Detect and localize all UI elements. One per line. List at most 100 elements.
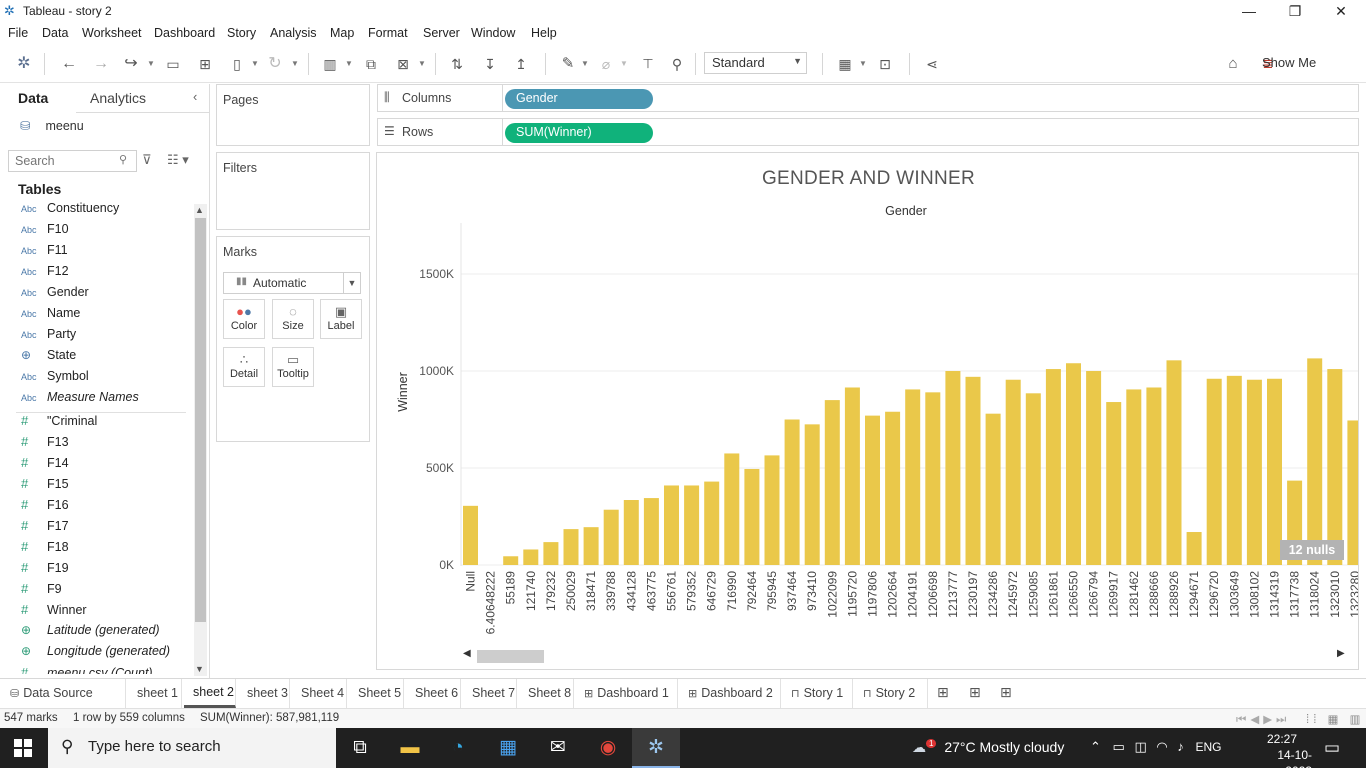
columns-shelf[interactable]: ⫼ Columns Gender	[377, 84, 1359, 112]
bar[interactable]	[925, 392, 941, 565]
new-worksheet-tab-icon[interactable]: ⊞	[937, 684, 949, 701]
highlight-dropdown-icon[interactable]: ▼	[580, 53, 590, 75]
bar[interactable]	[1045, 369, 1061, 565]
sheet-tab[interactable]: sheet 3	[238, 679, 290, 708]
chrome-icon[interactable]: ◉	[584, 728, 632, 768]
undo-icon[interactable]: ←	[58, 53, 80, 75]
sheet-tab[interactable]: Sheet 7	[463, 679, 517, 708]
bar[interactable]	[1146, 387, 1162, 565]
scroll-left-icon[interactable]: ◀	[463, 648, 471, 659]
field-item[interactable]: # Winner	[16, 602, 87, 622]
replay-dropdown-icon[interactable]: ▼	[146, 53, 156, 75]
filter-icon[interactable]: ⊽	[142, 152, 152, 168]
bar[interactable]	[563, 529, 579, 565]
filters-card[interactable]: Filters	[216, 152, 370, 230]
field-item[interactable]: # F9	[16, 581, 62, 601]
field-item[interactable]: ⊕ Latitude (generated)	[16, 623, 160, 643]
bar[interactable]	[1066, 363, 1081, 565]
field-item[interactable]: # "Criminal	[16, 413, 97, 433]
meet-icon[interactable]: ◫	[1134, 739, 1146, 754]
field-item[interactable]: ⊕ Longitude (generated)	[16, 644, 170, 664]
bar[interactable]	[905, 389, 921, 565]
bar[interactable]	[1267, 378, 1282, 565]
rows-shelf[interactable]: ☰ Rows SUM(Winner)	[377, 118, 1359, 146]
new-data-source-icon[interactable]: ⊞	[194, 53, 216, 75]
menu-analysis[interactable]: Analysis	[270, 26, 317, 40]
sheet-tab[interactable]: Sheet 5	[349, 679, 404, 708]
field-item[interactable]: # F19	[16, 560, 69, 580]
field-item[interactable]: Abc Measure Names	[16, 390, 139, 410]
field-item[interactable]: Abc F11	[16, 243, 68, 263]
field-item[interactable]: Abc Party	[16, 327, 76, 347]
field-list-scroll-thumb[interactable]	[195, 218, 206, 622]
clear-sheet-icon[interactable]: ⊠	[392, 53, 414, 75]
bar[interactable]	[1166, 360, 1182, 565]
sheet-tab[interactable]: ⊞ Dashboard 2	[680, 679, 781, 708]
field-item[interactable]: # F17	[16, 518, 69, 538]
clear-dropdown-icon[interactable]: ▼	[417, 53, 427, 75]
menu-dashboard[interactable]: Dashboard	[154, 26, 215, 40]
edge-icon[interactable]: ◔	[434, 728, 482, 768]
system-tray[interactable]: ⌃ ▭ ◫ ◠ ♪ ENG	[1090, 739, 1221, 755]
highlight-icon[interactable]: ✎	[557, 53, 579, 75]
bar[interactable]	[503, 556, 519, 565]
new-worksheet-dropdown-icon[interactable]: ▼	[344, 53, 354, 75]
bar[interactable]	[1307, 358, 1323, 565]
bar[interactable]	[1106, 402, 1122, 565]
group-dropdown-icon[interactable]: ▼	[619, 53, 629, 75]
menu-format[interactable]: Format	[368, 26, 408, 40]
sheet-tab[interactable]: Sheet 6	[406, 679, 461, 708]
sheet-tab[interactable]: ⊓ Story 1	[783, 679, 853, 708]
bar[interactable]	[664, 485, 679, 565]
field-item[interactable]: Abc Symbol	[16, 369, 89, 389]
sort-descending-icon[interactable]: ↥	[510, 53, 532, 75]
show-me-button[interactable]: Show Me	[1262, 55, 1316, 70]
bar[interactable]	[623, 500, 639, 565]
bar[interactable]	[684, 485, 700, 565]
bar[interactable]	[724, 453, 740, 565]
pause-dropdown-icon[interactable]: ▼	[250, 53, 260, 75]
field-item[interactable]: Abc F10	[16, 222, 69, 242]
menu-story[interactable]: Story	[227, 26, 256, 40]
bar[interactable]	[965, 376, 981, 565]
field-item[interactable]: Abc F12	[16, 264, 69, 284]
sheet-tab[interactable]: ⊞ Dashboard 1	[576, 679, 678, 708]
new-worksheet-icon[interactable]: ▥	[318, 53, 342, 75]
size-button[interactable]: ◌ Size	[272, 299, 314, 339]
bar[interactable]	[1005, 379, 1021, 565]
menu-window[interactable]: Window	[471, 26, 515, 40]
label-button[interactable]: ▣ Label	[320, 299, 362, 339]
bar[interactable]	[824, 400, 840, 565]
bar[interactable]	[945, 371, 961, 565]
data-source-item[interactable]: ⛁ meenu	[20, 118, 84, 133]
sum-winner-pill[interactable]: SUM(Winner)	[505, 123, 653, 143]
windows-start-icon[interactable]	[14, 739, 32, 757]
bar[interactable]	[1246, 379, 1262, 565]
field-item[interactable]: # F18	[16, 539, 69, 559]
new-dashboard-tab-icon[interactable]: ⊞	[969, 684, 981, 701]
bar[interactable]	[1226, 375, 1242, 565]
field-item[interactable]: # meenu.csv (Count)	[16, 665, 153, 674]
fit-icon[interactable]: ▦	[834, 53, 856, 75]
bar[interactable]	[844, 387, 860, 565]
bar[interactable]	[885, 411, 901, 565]
sheet-tab[interactable]: Sheet 4	[292, 679, 347, 708]
bar[interactable]	[643, 498, 659, 565]
fit-select[interactable]: Standard ▼	[704, 52, 807, 74]
sheet-tab[interactable]: sheet 2	[184, 679, 236, 708]
view-options-icon[interactable]: ☷ ▾	[167, 152, 189, 168]
bar[interactable]	[1327, 369, 1343, 565]
field-item[interactable]: # F15	[16, 476, 69, 496]
bar[interactable]	[1186, 532, 1202, 565]
close-button[interactable]: ✕	[1318, 0, 1364, 23]
bar-chart[interactable]: 0K 500K 1000K 1500K Winner Null 6.40648222 5518…	[377, 153, 1359, 648]
bar[interactable]	[784, 419, 800, 566]
save-icon[interactable]: ▭	[163, 53, 183, 75]
pages-card[interactable]: Pages	[216, 84, 370, 146]
field-search-input[interactable]	[8, 150, 137, 172]
volume-icon[interactable]: ♪	[1177, 739, 1184, 754]
scroll-up-icon[interactable]: ▲	[195, 205, 204, 215]
color-button[interactable]: ●● Color	[223, 299, 265, 339]
sheet-navigation-icons[interactable]: ⏮◀▶⏭	[1236, 712, 1290, 727]
menu-help[interactable]: Help	[531, 26, 557, 40]
